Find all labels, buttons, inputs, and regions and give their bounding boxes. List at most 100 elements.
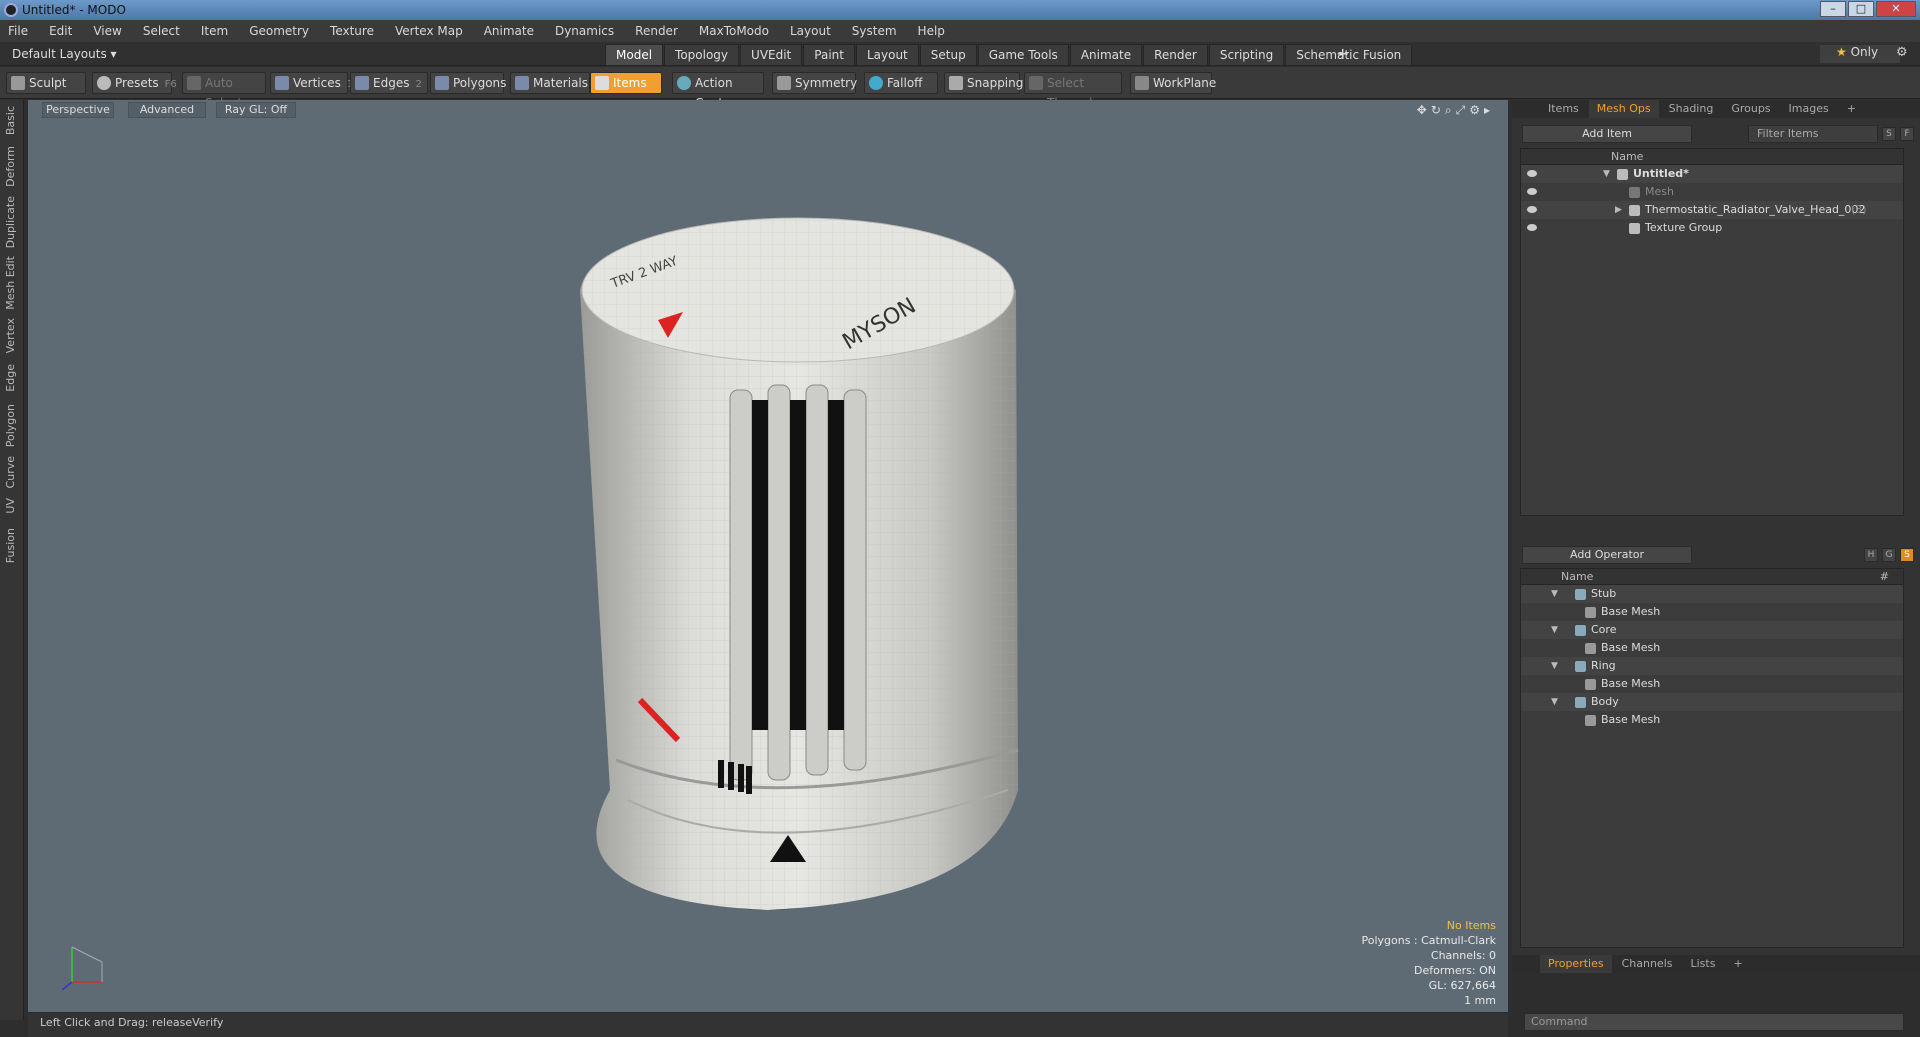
- menu-system[interactable]: System: [852, 24, 897, 38]
- tab-mesh-edit[interactable]: Mesh Edit: [4, 256, 17, 310]
- op-group-row[interactable]: ▼ Body: [1521, 693, 1903, 711]
- h-toggle[interactable]: H: [1864, 548, 1878, 562]
- add-tab-icon[interactable]: +: [1336, 44, 1349, 63]
- menu-select[interactable]: Select: [143, 24, 180, 38]
- symmetry-button[interactable]: Symmetry: [772, 72, 857, 94]
- g-toggle[interactable]: G: [1882, 548, 1896, 562]
- add-item-button[interactable]: Add Item: [1522, 125, 1692, 143]
- materials-button[interactable]: Materials: [510, 72, 590, 94]
- gear-icon[interactable]: ⚙: [1896, 45, 1908, 60]
- menu-dynamics[interactable]: Dynamics: [555, 24, 614, 38]
- expand-icon[interactable]: ▼: [1551, 621, 1558, 639]
- tab-uvedit[interactable]: UVEdit: [740, 44, 803, 66]
- close-button[interactable]: ✕: [1876, 1, 1916, 17]
- menu-edit[interactable]: Edit: [49, 24, 72, 38]
- tab-edge[interactable]: Edge: [4, 364, 17, 392]
- menu-animate[interactable]: Animate: [484, 24, 534, 38]
- menu-view[interactable]: View: [93, 24, 121, 38]
- tab-basic[interactable]: Basic: [4, 106, 17, 135]
- tab-uv[interactable]: UV: [4, 498, 17, 514]
- expand-icon[interactable]: ▼: [1603, 165, 1610, 183]
- falloff-button[interactable]: Falloff: [864, 72, 938, 94]
- add-panel-tab-icon[interactable]: +: [1839, 100, 1864, 118]
- select-through-button[interactable]: Select Through: [1024, 72, 1122, 110]
- tab-shading[interactable]: Shading: [1661, 100, 1722, 118]
- op-child-row[interactable]: Base Mesh: [1521, 711, 1903, 729]
- menu-file[interactable]: File: [8, 24, 28, 38]
- maximize-button[interactable]: □: [1848, 1, 1874, 17]
- menu-maxtomodo[interactable]: MaxToModo: [699, 24, 769, 38]
- tab-duplicate[interactable]: Duplicate: [4, 196, 17, 248]
- snapping-button[interactable]: Snapping: [944, 72, 1023, 94]
- eye-icon[interactable]: [1527, 206, 1537, 213]
- op-child-row[interactable]: Base Mesh: [1521, 639, 1903, 657]
- f-toggle[interactable]: F: [1900, 127, 1914, 141]
- s-toggle-active[interactable]: S: [1900, 548, 1914, 562]
- op-group-row[interactable]: ▼ Core: [1521, 621, 1903, 639]
- list-item[interactable]: ▼ Untitled*: [1521, 165, 1903, 183]
- eye-icon[interactable]: [1527, 188, 1537, 195]
- menu-texture[interactable]: Texture: [330, 24, 374, 38]
- add-operator-button[interactable]: Add Operator: [1522, 546, 1692, 564]
- tab-mesh-ops[interactable]: Mesh Ops: [1588, 100, 1659, 118]
- op-child-row[interactable]: Base Mesh: [1521, 675, 1903, 693]
- list-item[interactable]: Texture Group: [1521, 219, 1903, 237]
- default-layouts-dropdown[interactable]: Default Layouts ▾: [12, 47, 117, 61]
- command-input[interactable]: Command: [1524, 1013, 1904, 1031]
- op-group-row[interactable]: ▼ Ring: [1521, 657, 1903, 675]
- menu-geometry[interactable]: Geometry: [249, 24, 309, 38]
- tab-deform[interactable]: Deform: [4, 146, 17, 187]
- only-toggle[interactable]: ★ Only: [1820, 45, 1900, 63]
- op-child-row[interactable]: Base Mesh: [1521, 603, 1903, 621]
- tab-images[interactable]: Images: [1781, 100, 1837, 118]
- edges-button[interactable]: Edges 2: [350, 72, 428, 94]
- tab-channels[interactable]: Channels: [1614, 955, 1681, 973]
- tab-fusion[interactable]: Fusion: [4, 528, 17, 563]
- tab-topology[interactable]: Topology: [664, 44, 740, 66]
- tab-render[interactable]: Render: [1143, 44, 1208, 66]
- expand-icon[interactable]: ▼: [1551, 693, 1558, 711]
- filter-items-input[interactable]: Filter Items: [1748, 125, 1878, 143]
- menu-render[interactable]: Render: [635, 24, 678, 38]
- eye-icon[interactable]: [1527, 224, 1537, 231]
- presets-icon: [97, 76, 111, 90]
- s-toggle[interactable]: S: [1882, 127, 1896, 141]
- action-center-button[interactable]: Action Center: [672, 72, 764, 110]
- eye-icon[interactable]: [1527, 170, 1537, 177]
- menu-layout[interactable]: Layout: [790, 24, 831, 38]
- 3d-viewport[interactable]: Perspective Advanced Ray GL: Off ✥↻⌕⤢⚙▸: [28, 100, 1508, 1012]
- tab-animate[interactable]: Animate: [1069, 44, 1143, 66]
- sculpt-button[interactable]: Sculpt: [6, 72, 86, 94]
- tab-scripting[interactable]: Scripting: [1208, 44, 1285, 66]
- tab-model[interactable]: Model: [605, 44, 664, 66]
- tab-properties[interactable]: Properties: [1540, 955, 1612, 973]
- tab-curve[interactable]: Curve: [4, 456, 17, 488]
- polygons-button[interactable]: Polygons: [430, 72, 506, 94]
- vertices-button[interactable]: Vertices1: [270, 72, 353, 94]
- tab-layout[interactable]: Layout: [855, 44, 919, 66]
- tab-paint[interactable]: Paint: [803, 44, 855, 66]
- menu-help[interactable]: Help: [918, 24, 945, 38]
- op-group-row[interactable]: ▼ Stub: [1521, 585, 1903, 603]
- tab-game-tools[interactable]: Game Tools: [977, 44, 1069, 66]
- tab-lists[interactable]: Lists: [1683, 955, 1724, 973]
- tab-items[interactable]: Items: [1540, 100, 1587, 118]
- menu-item[interactable]: Item: [201, 24, 228, 38]
- expand-icon[interactable]: ▼: [1551, 657, 1558, 675]
- tab-vertex[interactable]: Vertex: [4, 318, 17, 353]
- presets-button[interactable]: Presets F6: [92, 72, 177, 94]
- tab-setup[interactable]: Setup: [919, 44, 977, 66]
- tab-polygon[interactable]: Polygon: [4, 404, 17, 447]
- minimize-button[interactable]: –: [1820, 1, 1846, 17]
- auto-select-button[interactable]: Auto Select: [182, 72, 266, 110]
- tab-groups[interactable]: Groups: [1723, 100, 1778, 118]
- list-item[interactable]: ▶ Thermostatic_Radiator_Valve_Head_002 (3): [1521, 201, 1903, 219]
- item-label: Thermostatic_Radiator_Valve_Head_002: [1645, 203, 1866, 216]
- menu-vertex-map[interactable]: Vertex Map: [395, 24, 463, 38]
- list-item[interactable]: Mesh: [1521, 183, 1903, 201]
- workplane-button[interactable]: WorkPlane: [1130, 72, 1216, 94]
- expand-icon[interactable]: ▶: [1615, 201, 1622, 219]
- expand-icon[interactable]: ▼: [1551, 585, 1558, 603]
- items-button[interactable]: Items: [590, 72, 662, 94]
- add-properties-tab-icon[interactable]: +: [1725, 955, 1750, 973]
